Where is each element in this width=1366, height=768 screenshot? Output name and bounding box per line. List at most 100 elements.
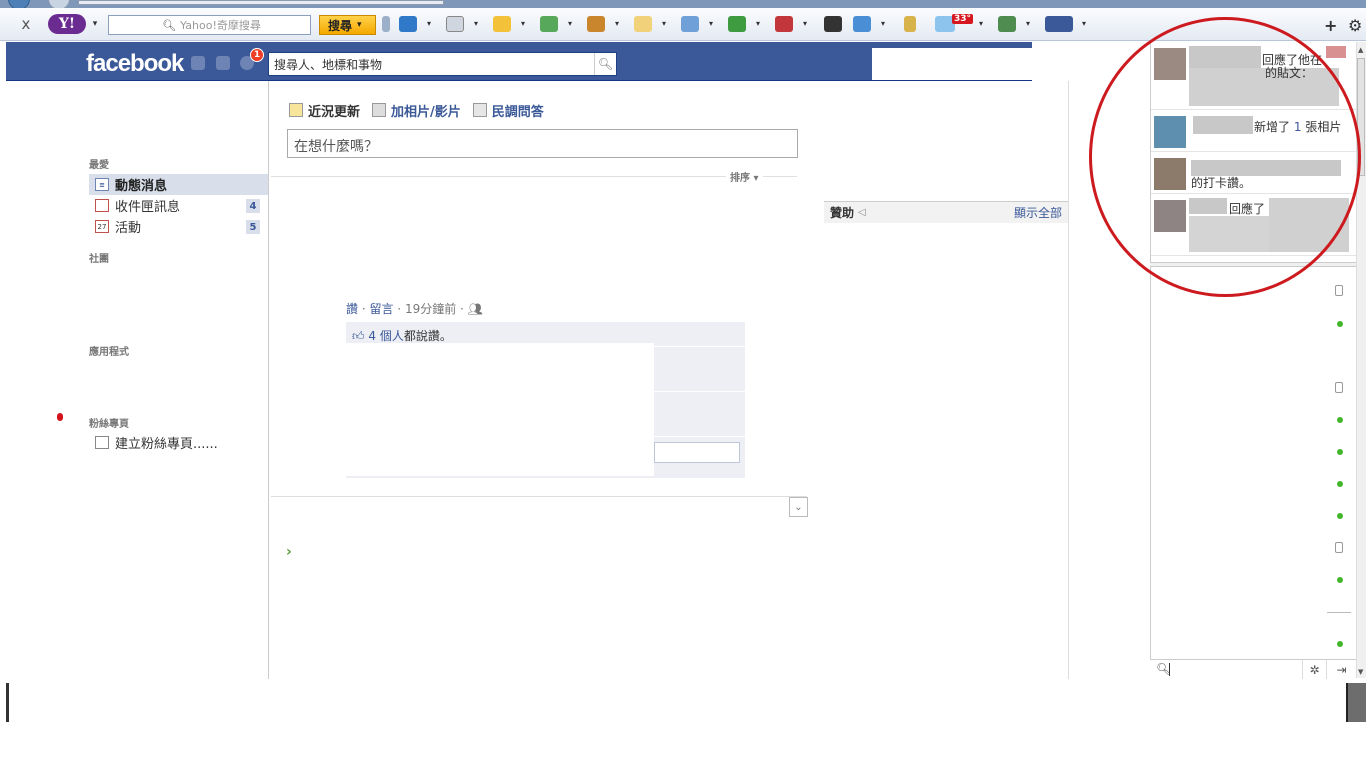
chevron-down-icon[interactable]: ▾ <box>709 19 713 28</box>
avatar <box>1154 116 1186 148</box>
chevron-down-icon[interactable]: ▾ <box>615 19 619 28</box>
search-icon[interactable]: 🔍︎ <box>594 53 616 75</box>
loading-chevron-icon: › <box>286 544 292 560</box>
sidebar-item-news-feed[interactable]: ≡ 動態消息 <box>89 174 268 195</box>
add-icon[interactable]: + <box>1324 16 1337 35</box>
comment-separator <box>654 391 745 392</box>
story-options-button[interactable]: ⌄ <box>789 497 808 517</box>
book-icon[interactable] <box>904 16 916 32</box>
scroll-up-icon[interactable]: ▲ <box>1358 46 1363 54</box>
browser-tab[interactable] <box>78 0 444 5</box>
chevron-down-icon[interactable]: ▾ <box>521 19 525 28</box>
game-icon[interactable] <box>540 16 558 32</box>
chevron-down-icon[interactable]: ▾ <box>474 19 478 28</box>
inbox-icon <box>95 199 109 212</box>
movie-clapper-icon[interactable] <box>824 16 842 32</box>
chevron-down-icon[interactable]: ▾ <box>1082 19 1086 28</box>
show-all-link[interactable]: 顯示全部 <box>1014 204 1062 221</box>
favorites-section-title: 最愛 <box>89 160 109 171</box>
knowledge-icon[interactable] <box>681 16 699 32</box>
story-meta: 讚 · 留言 · 19分鐘前 · 👥︎ <box>346 302 483 316</box>
tab-status-update[interactable]: 近況更新 <box>289 101 360 120</box>
ticker-item[interactable]: 回應了 <box>1151 194 1357 256</box>
ticker-text: 新增了 1 張相片 <box>1254 118 1341 135</box>
comment-link[interactable]: 留言 <box>369 302 393 316</box>
online-status-icon <box>1337 513 1343 519</box>
toolbar-close-button[interactable]: x <box>18 14 34 34</box>
yahoo-menu-caret-icon[interactable]: ▾ <box>90 14 100 34</box>
tab-label: 加相片/影片 <box>391 104 461 120</box>
chat-search-input[interactable] <box>1169 663 1170 676</box>
facebook-search-input[interactable]: 搜尋人、地標和事物 🔍︎ <box>268 52 617 76</box>
comment-separator <box>654 346 745 347</box>
ticker-item[interactable]: 的打卡讚。 <box>1151 152 1357 194</box>
calendar-icon: 27 <box>95 220 109 233</box>
money-icon[interactable] <box>728 16 746 32</box>
calendar-icon[interactable] <box>446 16 464 32</box>
folder-icon[interactable] <box>493 16 511 32</box>
notification-count-badge[interactable]: 1 <box>250 48 264 62</box>
toolbar-search-button-label: 搜尋 <box>328 18 353 33</box>
chat-divider <box>1327 612 1351 613</box>
chevron-down-icon[interactable]: ▾ <box>427 19 431 28</box>
facebook-toolbar-icon[interactable] <box>1045 16 1073 32</box>
mobile-status-icon <box>1335 382 1343 393</box>
feed-sort-button[interactable]: 排序 ▾ <box>726 169 763 184</box>
sponsored-title: 贊助 <box>830 206 855 220</box>
status-icon <box>289 103 303 117</box>
avatar <box>1154 158 1186 190</box>
browser-forward-icon[interactable] <box>48 0 70 8</box>
header-account-area[interactable] <box>872 48 1032 80</box>
privacy-friends-icon[interactable]: 👥︎ <box>468 302 483 316</box>
ticker-item[interactable]: 新增了 1 張相片 <box>1151 110 1357 152</box>
mail-icon[interactable] <box>399 16 417 32</box>
tab-question[interactable]: 民調問答 <box>472 101 544 120</box>
tab-add-photo[interactable]: 加相片/影片 <box>372 101 461 120</box>
auction-icon[interactable] <box>587 16 605 32</box>
map-signpost-icon[interactable] <box>998 16 1016 32</box>
sidebar-item-messages[interactable]: 收件匣訊息 4 <box>89 195 268 216</box>
scroll-down-icon[interactable]: ▼ <box>1358 668 1363 676</box>
ticker-text: 的打卡讚。 <box>1191 176 1252 190</box>
status-composer-input[interactable]: 在想什麼嗎？ <box>287 129 798 158</box>
news-icon[interactable] <box>853 16 871 32</box>
facebook-logo[interactable]: facebook <box>86 50 184 78</box>
gear-icon[interactable]: ✲ <box>1302 660 1326 680</box>
news-feed-icon: ≡ <box>95 178 109 191</box>
chevron-down-icon[interactable]: ▾ <box>881 19 885 28</box>
chevron-down-icon[interactable]: ▾ <box>803 19 807 28</box>
yahoo-logo-icon[interactable]: Y! <box>48 14 86 34</box>
story-time[interactable]: 19分鐘前 <box>405 302 456 316</box>
gear-icon[interactable]: ⚙ <box>1348 16 1362 35</box>
friend-requests-icon[interactable] <box>191 56 205 70</box>
sponsored-header: 贊助 ◁ 顯示全部 <box>824 201 1068 223</box>
ticker-scrollbar-thumb[interactable] <box>1357 58 1365 176</box>
bottom-area <box>0 679 1366 768</box>
sidebar-item-label: 收件匣訊息 <box>115 200 181 215</box>
browser-back-icon[interactable] <box>8 0 30 8</box>
comment-input[interactable] <box>654 442 740 463</box>
chevron-down-icon[interactable]: ▾ <box>756 19 760 28</box>
poll-icon <box>472 103 487 117</box>
blurred-content <box>1269 198 1349 252</box>
blurred-name <box>1189 46 1261 68</box>
chevron-down-icon[interactable]: ▾ <box>1026 19 1030 28</box>
likers-link[interactable]: 4 個人 <box>368 329 403 343</box>
create-page-link[interactable]: 建立粉絲專頁...... <box>89 432 268 453</box>
shopping-bag-icon[interactable] <box>634 16 652 32</box>
chevron-down-icon[interactable]: ▾ <box>568 19 572 28</box>
car-icon[interactable] <box>775 16 793 32</box>
ticker-item[interactable]: 回應了他在 的貼文： <box>1151 42 1357 110</box>
popout-icon[interactable]: ⇥ <box>1326 660 1356 680</box>
sidebar-item-events[interactable]: 27 活動 5 <box>89 216 268 237</box>
like-link[interactable]: 讚 <box>346 302 358 316</box>
toolbar-search-input[interactable]: 🔍︎ Yahoo!奇摩搜尋 <box>108 15 311 35</box>
search-icon: 🔍︎ <box>162 18 177 32</box>
chevron-down-icon[interactable]: ▾ <box>979 19 983 28</box>
blurred-content <box>1189 216 1269 252</box>
toolbar-search-button[interactable]: 搜尋 ▾ <box>319 15 376 35</box>
yahoo-toolbar: x Y! ▾ 🔍︎ Yahoo!奇摩搜尋 搜尋 ▾ ▾ ▾ ▾ ▾ ▾ ▾ ▾ ▾… <box>0 8 1366 41</box>
messages-icon[interactable] <box>216 56 230 70</box>
chevron-down-icon[interactable]: ▾ <box>662 19 666 28</box>
ticker-resize-handle[interactable] <box>1150 262 1356 267</box>
